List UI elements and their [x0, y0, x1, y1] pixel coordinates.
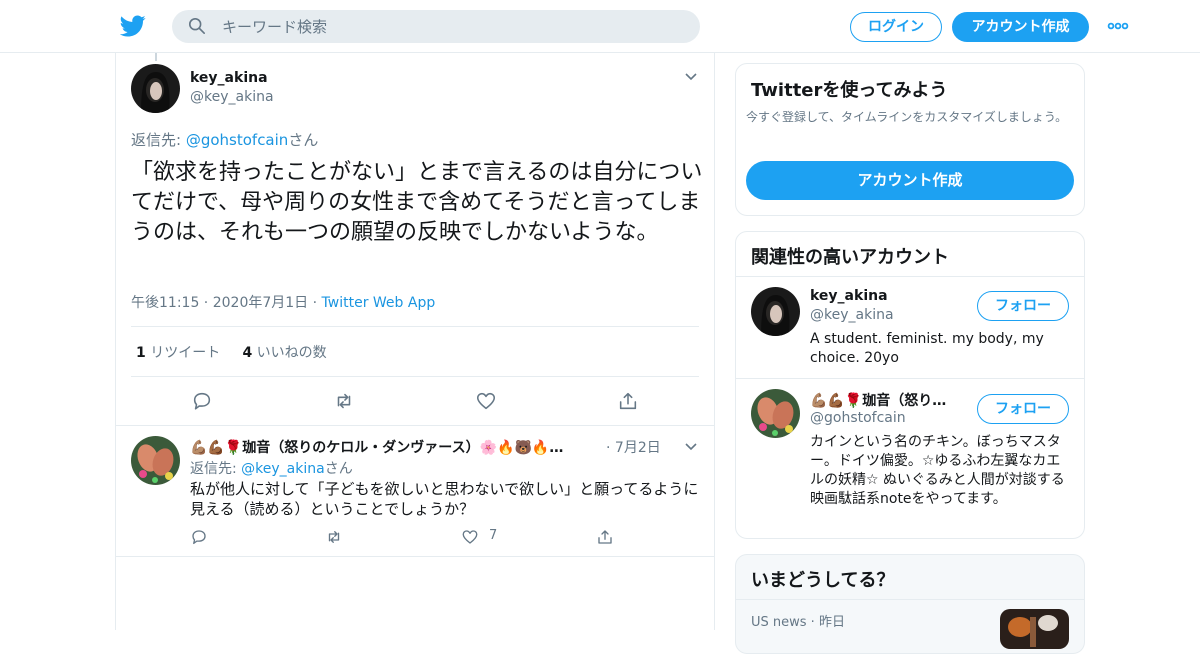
trend-category[interactable]: US news	[751, 615, 807, 630]
account-handle[interactable]: @key_akina	[810, 307, 894, 323]
account-bio: カインという名のチキン。ぼっちマスター。ドイツ偏愛。☆ゆるふわ左翼なカエルの妖精…	[810, 434, 1065, 507]
retweet-icon[interactable]	[333, 390, 355, 412]
meta-separator: ·	[308, 295, 322, 311]
related-accounts-title: 関連性の高いアカウント	[751, 247, 949, 268]
reply-icon[interactable]	[190, 528, 208, 546]
chevron-down-icon[interactable]	[684, 72, 698, 82]
follow-button[interactable]: フォロー	[977, 291, 1069, 321]
search-icon	[188, 17, 206, 35]
trend-meta[interactable]: US news · 昨日	[751, 611, 845, 630]
divider	[116, 425, 714, 426]
reply-context: 返信先: @gohstofcainさん	[131, 129, 318, 150]
account-handle[interactable]: @gohstofcain	[810, 410, 906, 426]
avatar[interactable]	[131, 436, 180, 485]
search-input[interactable]	[222, 10, 682, 43]
trend-time: 昨日	[818, 615, 845, 630]
reply-tweet-text: 私が他人に対して「子どもを欲しいと思わないで欲しい」と願ってるように見える（読め…	[190, 480, 699, 518]
like-label[interactable]: いいねの数	[257, 345, 327, 361]
signup-button[interactable]: アカウント作成	[952, 12, 1089, 42]
reply-prefix: 返信先:	[131, 131, 186, 149]
reply-suffix: さん	[288, 131, 319, 149]
reply-context: 返信先: @key_akinaさん	[190, 458, 353, 478]
like-count[interactable]: 4	[242, 345, 252, 361]
meta-separator: ·	[199, 295, 213, 311]
divider	[736, 276, 1084, 277]
reply-to-link[interactable]: @key_akina	[241, 461, 325, 477]
author-handle[interactable]: @key_akina	[190, 89, 274, 105]
tweet-meta: 午後11:15 · 2020年7月1日 · Twitter Web App	[131, 292, 435, 312]
retweet-icon[interactable]	[325, 528, 343, 546]
tweet-stats: 1 リツイート 4 いいねの数	[136, 342, 327, 362]
reply-to-link[interactable]: @gohstofcain	[186, 131, 288, 149]
login-button[interactable]: ログイン	[850, 12, 942, 42]
reply-like-count[interactable]: 7	[489, 528, 497, 543]
account-bio: A student. feminist. my body, my choice.…	[810, 331, 1044, 366]
account-name[interactable]: key_akina	[810, 288, 888, 304]
divider	[131, 376, 699, 377]
trend-thumbnail[interactable]	[1000, 609, 1069, 649]
divider	[736, 378, 1084, 379]
thread-connector	[155, 53, 157, 61]
reply-date-text[interactable]: 7月2日	[615, 440, 661, 456]
follow-button[interactable]: フォロー	[977, 394, 1069, 424]
tweet-time[interactable]: 午後11:15	[131, 295, 199, 311]
account-name[interactable]: 💪🏽💪🏾🌹珈音（怒り…	[810, 390, 946, 410]
tweet-date[interactable]: 2020年7月1日	[213, 295, 308, 311]
more-icon[interactable]	[1107, 22, 1129, 30]
like-icon[interactable]	[461, 528, 479, 546]
author-name[interactable]: key_akina	[190, 70, 268, 86]
chevron-down-icon[interactable]	[684, 442, 698, 452]
share-icon[interactable]	[596, 528, 614, 546]
twitter-bird-icon[interactable]	[120, 13, 146, 39]
tweet-text: 「欲求を持ったことがない」とまで言えるのは自分についてだけで、母や周りの女性まで…	[131, 160, 703, 245]
reply-date[interactable]: · 7月2日	[606, 437, 661, 457]
divider	[736, 599, 1084, 600]
avatar[interactable]	[131, 64, 180, 113]
avatar[interactable]	[751, 389, 800, 438]
retweet-label[interactable]: リツイート	[150, 345, 220, 361]
signup-card-subtitle: 今すぐ登録して、タイムラインをカスタマイズしましょう。	[746, 110, 1068, 124]
sidebar-signup-button[interactable]: アカウント作成	[746, 161, 1074, 200]
reply-icon[interactable]	[191, 390, 213, 412]
share-icon[interactable]	[617, 390, 639, 412]
like-icon[interactable]	[475, 390, 497, 412]
avatar[interactable]	[751, 287, 800, 336]
reply-author-name[interactable]: 💪🏽💪🏾🌹珈音（怒りのケロル・ダンヴァース）🌸🔥🐻🔥…	[190, 437, 563, 457]
divider	[131, 326, 699, 327]
divider	[116, 556, 714, 557]
retweet-count[interactable]: 1	[136, 345, 146, 361]
tweet-source[interactable]: Twitter Web App	[322, 295, 436, 311]
signup-card-title: Twitterを使ってみよう	[751, 80, 948, 101]
reply-prefix: 返信先:	[190, 461, 242, 477]
reply-suffix: さん	[324, 461, 353, 477]
trends-title: いまどうしてる？	[751, 570, 895, 591]
